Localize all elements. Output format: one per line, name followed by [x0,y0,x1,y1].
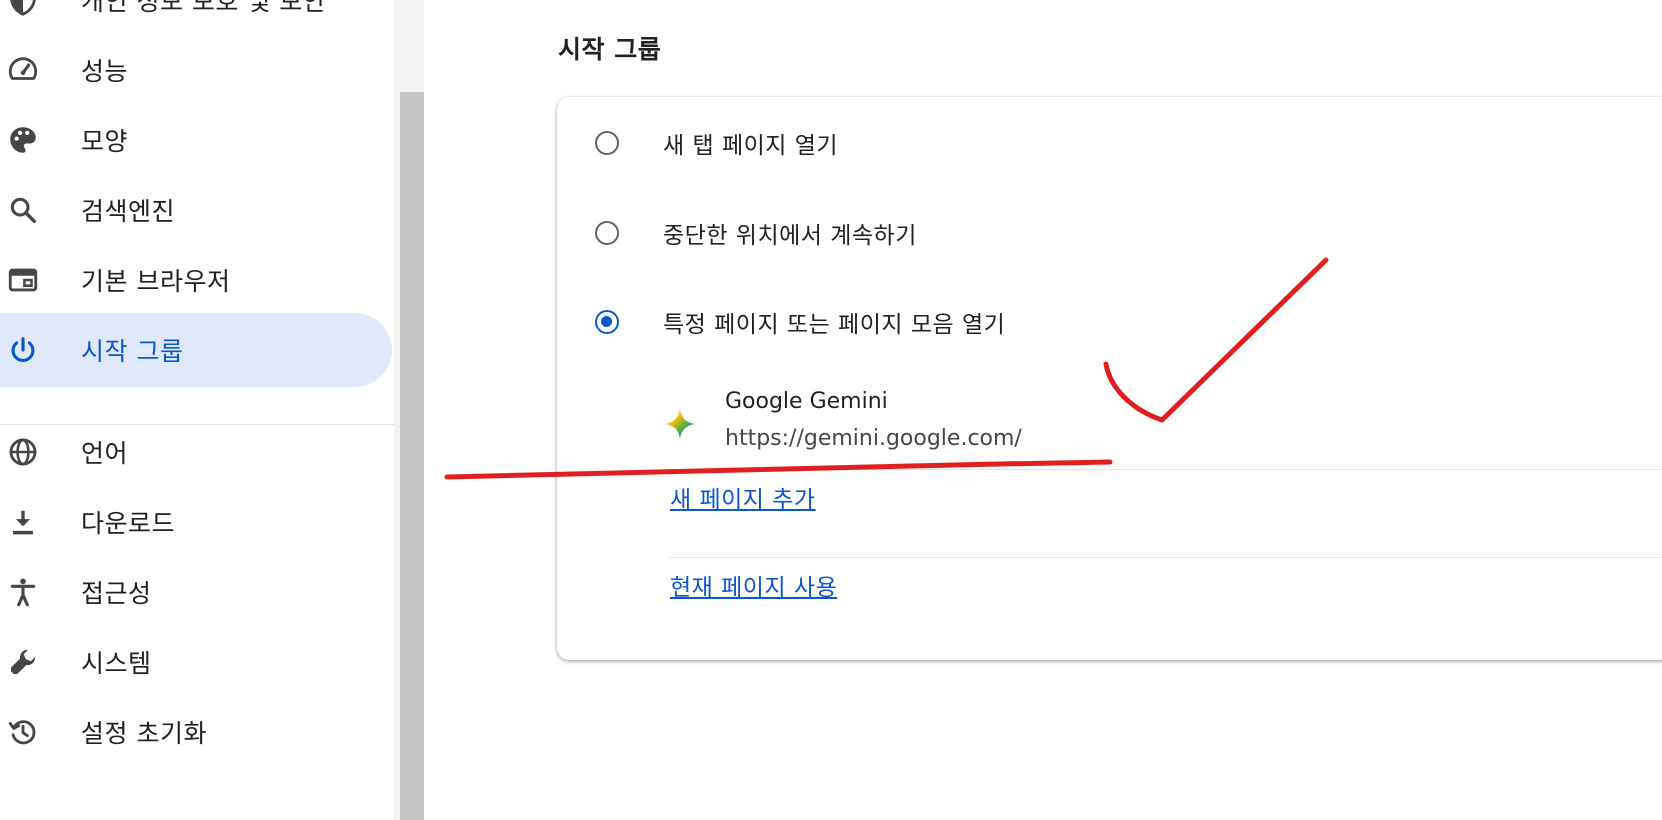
gemini-sparkle-icon [665,409,695,439]
sidebar-item-reset-settings[interactable]: 설정 초기화 [0,695,392,769]
sidebar-item-label: 다운로드 [81,509,176,538]
sidebar-item-downloads[interactable]: 다운로드 [0,485,392,559]
sidebar-item-system[interactable]: 시스템 [0,625,392,699]
startup-page-url: https://gemini.google.com/ [725,426,1022,451]
sidebar-item-performance[interactable]: 성능 [0,33,392,107]
use-current-pages-link[interactable]: 현재 페이지 사용 [670,568,837,602]
sidebar-item-appearance[interactable]: 모양 [0,103,392,177]
radio-button[interactable] [595,131,619,155]
search-icon [6,193,40,227]
download-icon [6,505,40,539]
accessibility-icon [6,575,40,609]
radio-open-new-tab[interactable]: 새 탭 페이지 열기 [557,113,1657,173]
sidebar-item-label: 시작 그룹 [81,337,184,366]
sidebar-item-label: 모양 [81,127,129,156]
radio-open-specific-pages[interactable]: 특정 페이지 또는 페이지 모음 열기 [557,292,1657,352]
sidebar-item-languages[interactable]: 언어 [0,415,392,489]
shield-icon [6,0,40,17]
card-divider [669,557,1662,558]
startup-page-entry[interactable]: Google Gemini https://gemini.google.com/ [663,385,1563,465]
card-divider [669,469,1662,470]
settings-sidebar: 개인 정보 보호 및 보안 성능 모양 검색엔진 기본 브라우저 시작 그룹 언… [0,0,400,820]
power-icon [6,333,40,367]
palette-icon [6,123,40,157]
sidebar-item-default-browser[interactable]: 기본 브라우저 [0,243,392,317]
sidebar-scrollbar-thumb[interactable] [400,92,424,820]
sidebar-item-label: 검색엔진 [81,197,176,226]
sidebar-item-accessibility[interactable]: 접근성 [0,555,392,629]
sidebar-item-label: 언어 [81,439,129,468]
globe-icon [6,435,40,469]
radio-button-checked[interactable] [595,310,619,334]
sidebar-item-on-startup[interactable]: 시작 그룹 [0,313,392,387]
wrench-icon [6,645,40,679]
sidebar-item-label: 시스템 [81,649,152,678]
section-title: 시작 그룹 [558,35,662,64]
sidebar-item-privacy[interactable]: 개인 정보 보호 및 보안 [0,0,392,37]
history-icon [6,715,40,749]
startup-options-card: 새 탭 페이지 열기 중단한 위치에서 계속하기 특정 페이지 또는 페이지 모… [557,97,1662,660]
speedometer-icon [6,53,40,87]
add-new-page-link[interactable]: 새 페이지 추가 [670,480,816,514]
browser-window-icon [6,263,40,297]
sidebar-item-search-engine[interactable]: 검색엔진 [0,173,392,247]
sidebar-item-label: 개인 정보 보호 및 보안 [81,0,327,16]
settings-page: 개인 정보 보호 및 보안 성능 모양 검색엔진 기본 브라우저 시작 그룹 언… [0,0,1662,820]
sidebar-item-label: 기본 브라우저 [81,267,231,296]
sidebar-item-label: 성능 [81,57,129,86]
radio-continue-where-left-off[interactable]: 중단한 위치에서 계속하기 [557,203,1657,263]
radio-label: 중단한 위치에서 계속하기 [663,223,917,249]
radio-button[interactable] [595,221,619,245]
radio-label: 새 탭 페이지 열기 [663,133,839,159]
startup-page-name: Google Gemini [725,389,888,414]
radio-label: 특정 페이지 또는 페이지 모음 열기 [663,312,1006,338]
sidebar-item-label: 설정 초기화 [81,719,207,748]
sidebar-item-label: 접근성 [81,579,152,608]
